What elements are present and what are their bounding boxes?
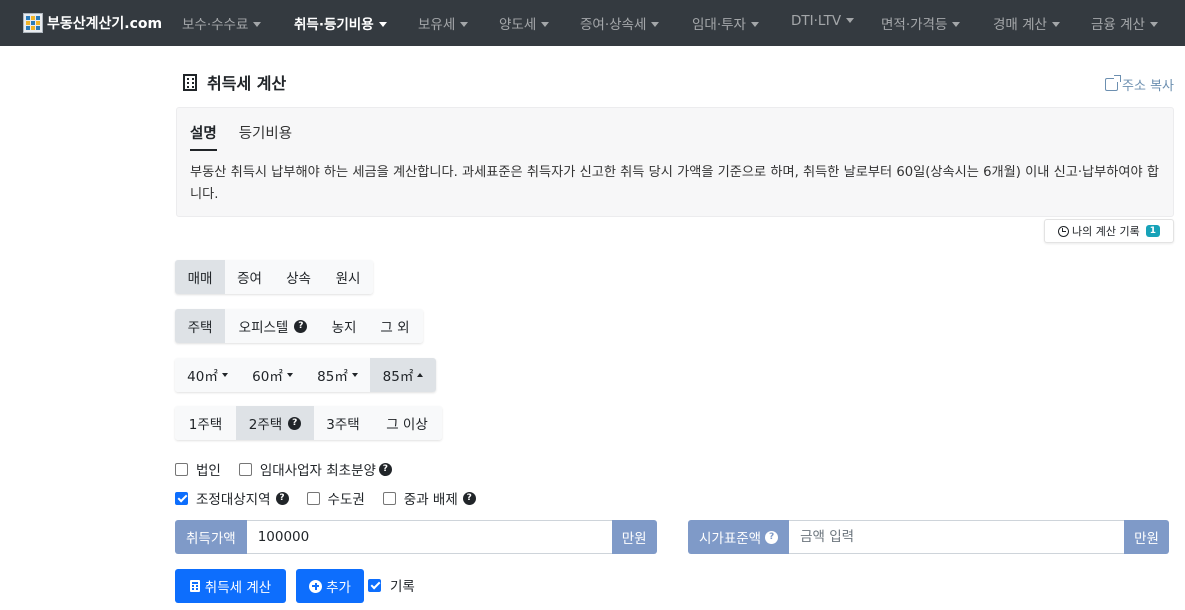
option-area-40[interactable]: 40㎡ bbox=[175, 358, 240, 392]
house-count-group: 1주택 2주택 ? 3주택 그 이상 bbox=[175, 406, 442, 440]
option-area-60[interactable]: 60㎡ bbox=[240, 358, 305, 392]
history-count-badge: 1 bbox=[1145, 225, 1160, 237]
adjusted-area-checkbox[interactable]: 조정대상지역 ? bbox=[175, 488, 289, 508]
chevron-down-icon bbox=[846, 17, 855, 23]
checkbox-box-checked[interactable] bbox=[368, 578, 381, 592]
chevron-down-icon bbox=[651, 21, 660, 27]
option-sale[interactable]: 매매 bbox=[175, 260, 225, 294]
calculator-icon bbox=[189, 580, 200, 592]
nav-item-area-price[interactable]: 면적·가격등 bbox=[881, 13, 961, 33]
nav-item-brokerage-fee[interactable]: 보수·수수료 bbox=[182, 13, 262, 33]
standard-price-unit: 만원 bbox=[1124, 520, 1169, 554]
standard-price-label: 시가표준액 ? bbox=[688, 520, 790, 554]
chevron-down-icon bbox=[1149, 21, 1158, 27]
tab-description[interactable]: 설명 bbox=[190, 122, 217, 151]
option-house[interactable]: 주택 bbox=[175, 309, 225, 343]
nav-item-holding-tax[interactable]: 보유세 bbox=[418, 13, 469, 33]
option-farmland[interactable]: 농지 bbox=[321, 309, 367, 343]
question-circle-icon[interactable]: ? bbox=[765, 530, 779, 544]
page-title-text: 취득세 계산 bbox=[207, 74, 287, 93]
info-card: 설명 등기비용 부동산 취득시 납부해야 하는 세금을 계산합니다. 과세표준은… bbox=[176, 107, 1174, 217]
caret-down-icon bbox=[351, 373, 358, 377]
description-text: 부동산 취득시 납부해야 하는 세금을 계산합니다. 과세표준은 취득자가 신고… bbox=[190, 165, 1160, 202]
history-icon bbox=[1058, 225, 1069, 237]
plus-circle-icon bbox=[309, 579, 323, 593]
question-circle-icon[interactable]: ? bbox=[294, 319, 308, 333]
rental-business-checkbox[interactable]: 임대사업자 최초분양 ? bbox=[238, 459, 392, 479]
nav-item-acquisition-registration[interactable]: 취득·등기비용 bbox=[294, 13, 387, 33]
checkbox-box[interactable] bbox=[382, 491, 396, 505]
copy-url-link[interactable]: 주소 복사 bbox=[1105, 75, 1174, 94]
option-area-85-down[interactable]: 85㎡ bbox=[305, 358, 370, 392]
tab-registration-cost[interactable]: 등기비용 bbox=[239, 122, 292, 151]
question-circle-icon[interactable]: ? bbox=[288, 416, 302, 430]
acquisition-price-input[interactable] bbox=[246, 520, 612, 554]
question-circle-icon[interactable]: ? bbox=[462, 491, 476, 505]
standard-price-input[interactable] bbox=[789, 520, 1125, 554]
checkbox-row-2: 조정대상지역 ? 수도권 중과 배제 ? bbox=[175, 488, 494, 508]
brand-logo-icon bbox=[23, 13, 43, 33]
nav-item-gift-inheritance-tax[interactable]: 증여·상속세 bbox=[580, 13, 660, 33]
checkbox-row-1: 법인 임대사업자 최초분양 ? bbox=[175, 459, 410, 479]
chevron-down-icon bbox=[541, 21, 550, 27]
checkbox-box-checked[interactable] bbox=[175, 491, 188, 505]
standard-price-group: 시가표준액 ? 만원 bbox=[688, 520, 1169, 554]
brand[interactable]: 부동산계산기.com bbox=[0, 13, 178, 33]
building-icon bbox=[183, 73, 197, 91]
add-button[interactable]: 추가 bbox=[296, 569, 364, 603]
acquisition-price-label: 취득가액 bbox=[175, 520, 247, 554]
option-area-85-up[interactable]: 85㎡ bbox=[370, 358, 436, 392]
caret-down-icon bbox=[221, 373, 228, 377]
heavy-exclusion-checkbox[interactable]: 중과 배제 ? bbox=[382, 488, 476, 508]
checkbox-box[interactable] bbox=[306, 491, 320, 505]
chevron-down-icon bbox=[750, 21, 759, 27]
calculate-button[interactable]: 취득세 계산 bbox=[175, 569, 286, 603]
chevron-down-icon bbox=[952, 21, 961, 27]
checkbox-box[interactable] bbox=[238, 462, 252, 476]
option-officetel[interactable]: 오피스텔 ? bbox=[225, 309, 321, 343]
question-circle-icon[interactable]: ? bbox=[378, 462, 392, 476]
history-label: 나의 계산 기록 bbox=[1072, 225, 1140, 238]
brand-name: 부동산계산기.com bbox=[47, 16, 163, 32]
option-gift[interactable]: 증여 bbox=[225, 260, 274, 294]
option-more-houses[interactable]: 그 이상 bbox=[372, 406, 442, 440]
option-3-houses[interactable]: 3주택 bbox=[314, 406, 372, 440]
top-navbar: 부동산계산기.com 보수·수수료 취득·등기비용 보유세 양도세 증여·상속세… bbox=[0, 0, 1185, 46]
nav-item-dti-ltv[interactable]: DTI·LTV bbox=[791, 13, 855, 29]
nav-item-rental-investment[interactable]: 임대·투자 bbox=[692, 13, 759, 33]
capital-area-checkbox[interactable]: 수도권 bbox=[306, 488, 365, 508]
nav-item-finance-calc[interactable]: 금융 계산 bbox=[1091, 13, 1158, 33]
option-1-house[interactable]: 1주택 bbox=[175, 406, 236, 440]
caret-down-icon bbox=[286, 373, 293, 377]
page-title: 취득세 계산 bbox=[183, 70, 286, 94]
option-2-houses[interactable]: 2주택 ? bbox=[236, 406, 314, 440]
acquisition-price-group: 취득가액 만원 bbox=[175, 520, 657, 554]
chevron-down-icon bbox=[253, 21, 262, 27]
corporation-checkbox[interactable]: 법인 bbox=[175, 459, 221, 479]
option-original[interactable]: 원시 bbox=[323, 260, 373, 294]
property-type-group: 주택 오피스텔 ? 농지 그 외 bbox=[175, 309, 423, 343]
option-other[interactable]: 그 외 bbox=[367, 309, 423, 343]
nav-item-auction-calc[interactable]: 경매 계산 bbox=[993, 13, 1060, 33]
calculation-history-button[interactable]: 나의 계산 기록 1 bbox=[1044, 219, 1174, 243]
info-tabs: 설명 등기비용 bbox=[190, 122, 314, 151]
question-circle-icon[interactable]: ? bbox=[275, 491, 289, 505]
nav-item-transfer-tax[interactable]: 양도세 bbox=[499, 13, 550, 33]
record-checkbox[interactable]: 기록 bbox=[368, 575, 415, 595]
chevron-down-icon bbox=[1051, 21, 1060, 27]
checkbox-box[interactable] bbox=[175, 462, 188, 476]
chevron-down-icon bbox=[378, 21, 387, 27]
acquisition-type-group: 매매 증여 상속 원시 bbox=[175, 260, 373, 294]
acquisition-price-unit: 만원 bbox=[611, 520, 657, 554]
option-inheritance[interactable]: 상속 bbox=[274, 260, 323, 294]
copy-url-label: 주소 복사 bbox=[1122, 79, 1174, 94]
caret-up-icon bbox=[417, 373, 424, 377]
area-group: 40㎡ 60㎡ 85㎡ 85㎡ bbox=[175, 358, 436, 392]
chevron-down-icon bbox=[460, 21, 469, 27]
share-icon bbox=[1105, 75, 1122, 91]
